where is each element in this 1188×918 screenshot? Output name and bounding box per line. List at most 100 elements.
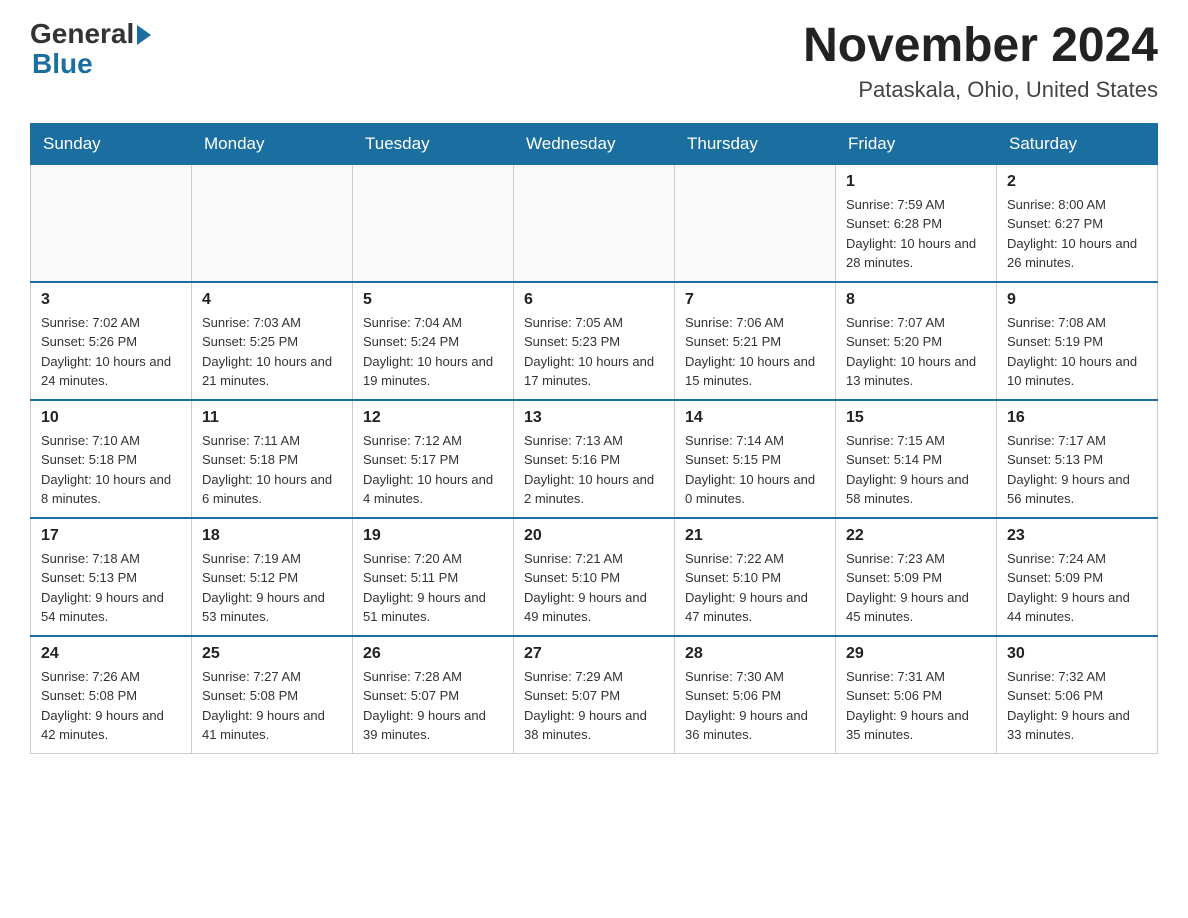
day-info: Sunrise: 7:21 AMSunset: 5:10 PMDaylight:… [524, 549, 664, 627]
table-row: 18 Sunrise: 7:19 AMSunset: 5:12 PMDayligh… [192, 518, 353, 636]
day-number: 21 [685, 527, 825, 545]
day-info: Sunrise: 7:03 AMSunset: 5:25 PMDaylight:… [202, 313, 342, 391]
table-row: 14 Sunrise: 7:14 AMSunset: 5:15 PMDayligh… [675, 400, 836, 518]
header-saturday: Saturday [997, 123, 1158, 164]
logo-triangle-icon [137, 25, 151, 45]
day-number: 17 [41, 527, 181, 545]
header-sunday: Sunday [31, 123, 192, 164]
day-info: Sunrise: 7:19 AMSunset: 5:12 PMDaylight:… [202, 549, 342, 627]
day-info: Sunrise: 8:00 AMSunset: 6:27 PMDaylight:… [1007, 195, 1147, 273]
title-block: November 2024 Pataskala, Ohio, United St… [803, 20, 1158, 103]
table-row: 26Sunrise: 7:28 AMSunset: 5:07 PMDayligh… [353, 636, 514, 754]
table-row: 6 Sunrise: 7:05 AMSunset: 5:23 PMDaylight… [514, 282, 675, 400]
table-row [192, 164, 353, 282]
table-row: 1 Sunrise: 7:59 AMSunset: 6:28 PMDaylight… [836, 164, 997, 282]
table-row: 3 Sunrise: 7:02 AMSunset: 5:26 PMDaylight… [31, 282, 192, 400]
page-header: General Blue November 2024 Pataskala, Oh… [30, 20, 1158, 103]
table-row: 30 Sunrise: 7:32 AMSunset: 5:06 PMDayligh… [997, 636, 1158, 754]
day-number: 26 [363, 645, 503, 663]
day-info: Sunrise: 7:22 AMSunset: 5:10 PMDaylight:… [685, 549, 825, 627]
table-row: 10 Sunrise: 7:10 AMSunset: 5:18 PMDayligh… [31, 400, 192, 518]
day-info: Sunrise: 7:17 AMSunset: 5:13 PMDaylight:… [1007, 431, 1147, 509]
day-number: 30 [1007, 645, 1147, 663]
day-info: Sunrise: 7:14 AMSunset: 5:15 PMDaylight:… [685, 431, 825, 509]
table-row: 13 Sunrise: 7:13 AMSunset: 5:16 PMDayligh… [514, 400, 675, 518]
day-info: Sunrise: 7:08 AMSunset: 5:19 PMDaylight:… [1007, 313, 1147, 391]
day-number: 19 [363, 527, 503, 545]
calendar-week-row: 24 Sunrise: 7:26 AMSunset: 5:08 PMDayligh… [31, 636, 1158, 754]
day-info: Sunrise: 7:15 AMSunset: 5:14 PMDaylight:… [846, 431, 986, 509]
table-row: 27 Sunrise: 7:29 AMSunset: 5:07 PMDayligh… [514, 636, 675, 754]
day-number: 28 [685, 645, 825, 663]
day-info: Sunrise: 7:59 AMSunset: 6:28 PMDaylight:… [846, 195, 986, 273]
header-friday: Friday [836, 123, 997, 164]
day-number: 16 [1007, 409, 1147, 427]
day-number: 9 [1007, 291, 1147, 309]
day-number: 10 [41, 409, 181, 427]
day-number: 8 [846, 291, 986, 309]
calendar-table: Sunday Monday Tuesday Wednesday Thursday… [30, 123, 1158, 754]
day-number: 25 [202, 645, 342, 663]
day-number: 7 [685, 291, 825, 309]
day-info: Sunrise: 7:18 AMSunset: 5:13 PMDaylight:… [41, 549, 181, 627]
table-row [675, 164, 836, 282]
table-row: 28 Sunrise: 7:30 AMSunset: 5:06 PMDayligh… [675, 636, 836, 754]
table-row: 22 Sunrise: 7:23 AMSunset: 5:09 PMDayligh… [836, 518, 997, 636]
day-info: Sunrise: 7:23 AMSunset: 5:09 PMDaylight:… [846, 549, 986, 627]
day-number: 1 [846, 173, 986, 191]
day-info: Sunrise: 7:29 AMSunset: 5:07 PMDaylight:… [524, 667, 664, 745]
day-info: Sunrise: 7:12 AMSunset: 5:17 PMDaylight:… [363, 431, 503, 509]
day-info: Sunrise: 7:07 AMSunset: 5:20 PMDaylight:… [846, 313, 986, 391]
logo: General Blue [30, 20, 151, 80]
day-number: 22 [846, 527, 986, 545]
day-number: 18 [202, 527, 342, 545]
table-row: 2Sunrise: 8:00 AMSunset: 6:27 PMDaylight… [997, 164, 1158, 282]
day-info: Sunrise: 7:32 AMSunset: 5:06 PMDaylight:… [1007, 667, 1147, 745]
day-number: 5 [363, 291, 503, 309]
table-row: 5Sunrise: 7:04 AMSunset: 5:24 PMDaylight… [353, 282, 514, 400]
calendar-week-row: 1 Sunrise: 7:59 AMSunset: 6:28 PMDaylight… [31, 164, 1158, 282]
logo-general-text: General [30, 20, 134, 48]
day-number: 4 [202, 291, 342, 309]
day-info: Sunrise: 7:05 AMSunset: 5:23 PMDaylight:… [524, 313, 664, 391]
day-info: Sunrise: 7:31 AMSunset: 5:06 PMDaylight:… [846, 667, 986, 745]
table-row [514, 164, 675, 282]
table-row [31, 164, 192, 282]
table-row: 9 Sunrise: 7:08 AMSunset: 5:19 PMDaylight… [997, 282, 1158, 400]
table-row: 15Sunrise: 7:15 AMSunset: 5:14 PMDayligh… [836, 400, 997, 518]
day-number: 29 [846, 645, 986, 663]
header-thursday: Thursday [675, 123, 836, 164]
table-row: 4 Sunrise: 7:03 AMSunset: 5:25 PMDaylight… [192, 282, 353, 400]
header-tuesday: Tuesday [353, 123, 514, 164]
day-number: 24 [41, 645, 181, 663]
day-number: 11 [202, 409, 342, 427]
table-row: 16 Sunrise: 7:17 AMSunset: 5:13 PMDayligh… [997, 400, 1158, 518]
day-info: Sunrise: 7:20 AMSunset: 5:11 PMDaylight:… [363, 549, 503, 627]
calendar-week-row: 10 Sunrise: 7:10 AMSunset: 5:18 PMDayligh… [31, 400, 1158, 518]
day-info: Sunrise: 7:11 AMSunset: 5:18 PMDaylight:… [202, 431, 342, 509]
day-info: Sunrise: 7:26 AMSunset: 5:08 PMDaylight:… [41, 667, 181, 745]
table-row: 25Sunrise: 7:27 AMSunset: 5:08 PMDayligh… [192, 636, 353, 754]
day-number: 12 [363, 409, 503, 427]
day-number: 13 [524, 409, 664, 427]
day-info: Sunrise: 7:02 AMSunset: 5:26 PMDaylight:… [41, 313, 181, 391]
page-subtitle: Pataskala, Ohio, United States [803, 77, 1158, 103]
table-row: 19 Sunrise: 7:20 AMSunset: 5:11 PMDayligh… [353, 518, 514, 636]
day-info: Sunrise: 7:10 AMSunset: 5:18 PMDaylight:… [41, 431, 181, 509]
day-info: Sunrise: 7:30 AMSunset: 5:06 PMDaylight:… [685, 667, 825, 745]
day-number: 6 [524, 291, 664, 309]
table-row [353, 164, 514, 282]
day-number: 3 [41, 291, 181, 309]
calendar-header-row: Sunday Monday Tuesday Wednesday Thursday… [31, 123, 1158, 164]
calendar-week-row: 3 Sunrise: 7:02 AMSunset: 5:26 PMDaylight… [31, 282, 1158, 400]
logo-blue-text: Blue [32, 48, 93, 80]
day-number: 23 [1007, 527, 1147, 545]
header-monday: Monday [192, 123, 353, 164]
page-title: November 2024 [803, 20, 1158, 73]
table-row: 17 Sunrise: 7:18 AMSunset: 5:13 PMDayligh… [31, 518, 192, 636]
table-row: 24 Sunrise: 7:26 AMSunset: 5:08 PMDayligh… [31, 636, 192, 754]
table-row: 21 Sunrise: 7:22 AMSunset: 5:10 PMDayligh… [675, 518, 836, 636]
day-info: Sunrise: 7:13 AMSunset: 5:16 PMDaylight:… [524, 431, 664, 509]
day-number: 14 [685, 409, 825, 427]
day-number: 27 [524, 645, 664, 663]
